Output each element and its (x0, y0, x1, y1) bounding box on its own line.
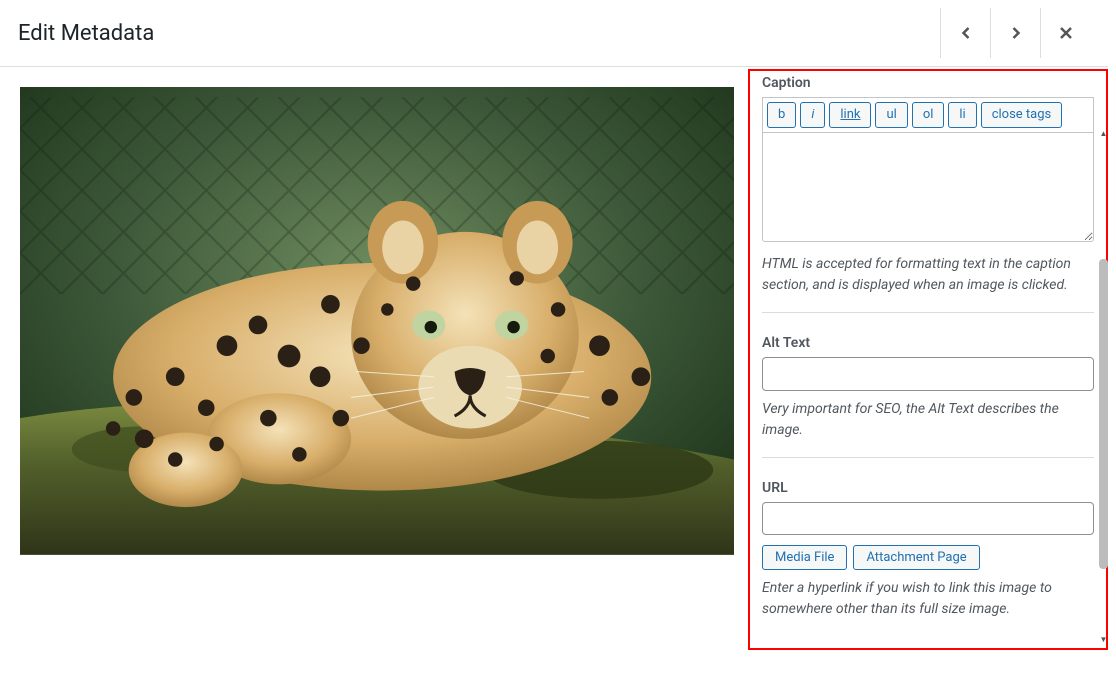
caption-label: Caption (762, 75, 1094, 91)
url-section: URL Media File Attachment Page Enter a h… (762, 480, 1094, 637)
chevron-left-icon (956, 23, 976, 43)
caption-section: Caption b i link ul ol li close tags HTM… (762, 75, 1094, 313)
qt-ul-button[interactable]: ul (875, 102, 907, 128)
qt-italic-button[interactable]: i (800, 102, 825, 128)
modal-header: Edit Metadata (0, 0, 1108, 67)
metadata-sidebar: Caption b i link ul ol li close tags HTM… (748, 69, 1108, 650)
alt-text-section: Alt Text Very important for SEO, the Alt… (762, 335, 1094, 458)
alt-text-label: Alt Text (762, 335, 1094, 351)
scroll-up-arrow[interactable]: ▲ (1099, 127, 1108, 139)
alt-text-help: Very important for SEO, the Alt Text des… (762, 399, 1094, 441)
qt-bold-button[interactable]: b (767, 102, 796, 128)
modal-title: Edit Metadata (18, 21, 154, 46)
url-input[interactable] (762, 502, 1094, 536)
qt-ol-button[interactable]: ol (912, 102, 945, 128)
scrollbar-thumb[interactable] (1099, 259, 1108, 569)
close-button[interactable] (1040, 8, 1090, 58)
url-label: URL (762, 480, 1094, 496)
qt-link-button[interactable]: link (829, 102, 871, 128)
alt-text-input[interactable] (762, 357, 1094, 391)
scroll-down-arrow[interactable]: ▼ (1099, 633, 1108, 645)
prev-button[interactable] (940, 8, 990, 58)
media-file-button[interactable]: Media File (762, 545, 847, 570)
caption-quicktags-toolbar: b i link ul ol li close tags (762, 97, 1094, 132)
chevron-right-icon (1006, 23, 1026, 43)
leopard-image (20, 87, 734, 555)
image-preview (0, 67, 734, 650)
caption-textarea[interactable] (762, 132, 1094, 242)
qt-close-tags-button[interactable]: close tags (981, 102, 1063, 128)
url-help-text: Enter a hyperlink if you wish to link th… (762, 578, 1094, 620)
qt-li-button[interactable]: li (948, 102, 976, 128)
caption-help-text: HTML is accepted for formatting text in … (762, 254, 1094, 296)
close-icon (1056, 23, 1076, 43)
attachment-page-button[interactable]: Attachment Page (853, 545, 979, 570)
next-button[interactable] (990, 8, 1040, 58)
